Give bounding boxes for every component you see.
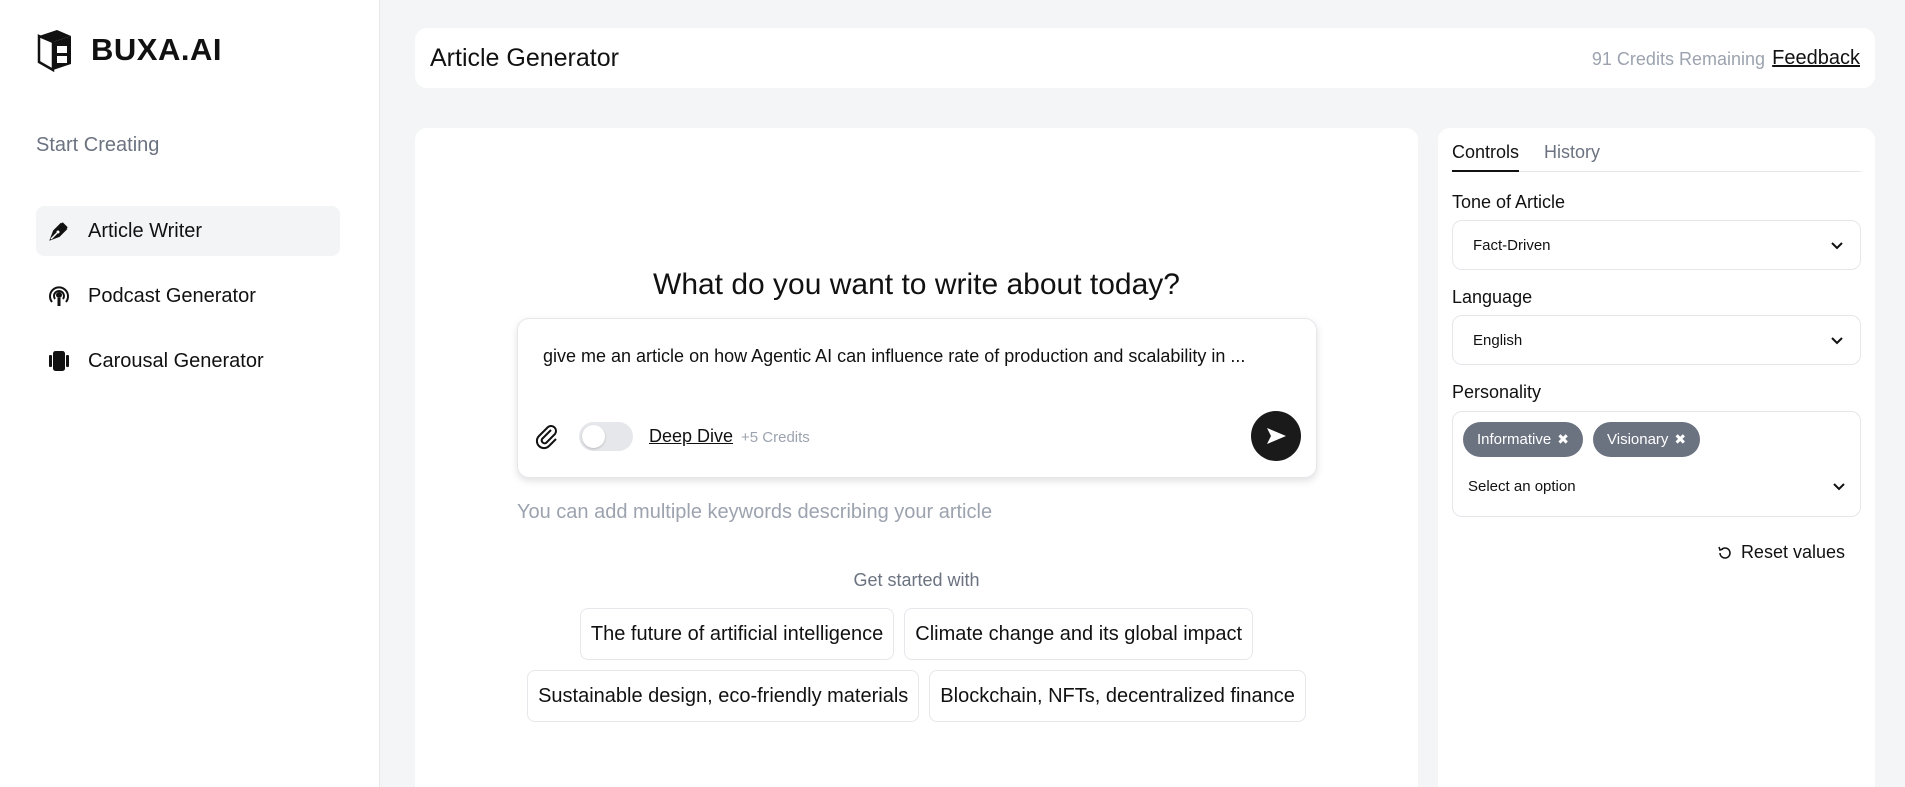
prompt-composer: give me an article on how Agentic AI can… — [517, 318, 1317, 478]
suggestion-row: The future of artificial intelligence Cl… — [415, 608, 1418, 660]
keywords-hint: You can add multiple keywords describing… — [517, 501, 993, 523]
sidebar-item-label: Podcast Generator — [88, 284, 256, 307]
controls-panel: Controls History Tone of Article Fact-Dr… — [1438, 128, 1875, 787]
tag-label: Visionary — [1607, 431, 1669, 448]
send-arrow-icon — [1267, 428, 1286, 444]
language-select[interactable]: English — [1452, 315, 1861, 365]
deep-dive-toggle[interactable] — [579, 422, 633, 451]
personality-label: Personality — [1452, 382, 1542, 402]
personality-tag[interactable]: Visionary ✖ — [1593, 422, 1701, 457]
section-label: Start Creating — [36, 134, 160, 156]
tone-label: Tone of Article — [1452, 192, 1566, 212]
sidebar-item-label: Article Writer — [88, 219, 203, 242]
top-header: Article Generator 91 Credits Remaining F… — [415, 28, 1875, 88]
tone-value: Fact-Driven — [1473, 237, 1551, 254]
page-title: Article Generator — [430, 44, 619, 72]
tab-controls[interactable]: Controls — [1452, 142, 1520, 172]
suggestion-chip[interactable]: Climate change and its global impact — [904, 608, 1254, 660]
feedback-link[interactable]: Feedback — [1772, 47, 1860, 70]
remove-tag-icon[interactable]: ✖ — [1557, 431, 1569, 448]
suggestion-chip[interactable]: The future of artificial intelligence — [579, 608, 895, 660]
reset-icon — [1718, 546, 1731, 559]
language-value: English — [1473, 332, 1523, 349]
personality-placeholder: Select an option — [1468, 478, 1576, 495]
sidebar-item-article-writer[interactable]: Article Writer — [36, 206, 340, 256]
chevron-down-icon — [1831, 337, 1843, 345]
credits-remaining: 91 Credits Remaining — [1591, 49, 1765, 69]
reset-label: Reset values — [1740, 542, 1845, 562]
chevron-down-icon — [1831, 242, 1843, 250]
carousel-icon — [46, 348, 72, 374]
personality-multiselect[interactable]: Informative ✖ Visionary ✖ Select an opti… — [1452, 411, 1861, 517]
paperclip-icon[interactable] — [533, 422, 561, 450]
controls-tabs: Controls History — [1452, 142, 1861, 172]
brand-name: BUXA.AI — [91, 32, 222, 67]
sidebar-item-carousal-generator[interactable]: Carousal Generator — [36, 336, 340, 386]
logo-cube-icon — [37, 30, 71, 72]
reset-values-button[interactable]: Reset values — [1717, 542, 1845, 563]
send-button[interactable] — [1251, 411, 1301, 461]
logo[interactable]: BUXA.AI — [35, 28, 222, 72]
chevron-down-icon — [1833, 483, 1845, 491]
remove-tag-icon[interactable]: ✖ — [1674, 431, 1686, 448]
podcast-icon — [46, 283, 72, 309]
personality-tag[interactable]: Informative ✖ — [1463, 422, 1583, 457]
deep-dive-credits: +5 Credits — [741, 429, 810, 446]
suggestion-chip[interactable]: Sustainable design, eco-friendly materia… — [527, 670, 920, 722]
article-composer-panel: What do you want to write about today? g… — [415, 128, 1418, 787]
tab-history[interactable]: History — [1544, 142, 1600, 172]
suggestion-row: Sustainable design, eco-friendly materia… — [415, 670, 1418, 722]
prompt-heading: What do you want to write about today? — [653, 268, 1180, 301]
toggle-knob — [582, 425, 605, 448]
suggestion-chip[interactable]: Blockchain, NFTs, decentralized finance — [929, 670, 1306, 722]
sidebar-item-label: Carousal Generator — [88, 349, 264, 372]
get-started-label: Get started with — [853, 570, 980, 590]
tag-label: Informative — [1477, 431, 1552, 448]
tone-select[interactable]: Fact-Driven — [1452, 220, 1861, 270]
sidebar: BUXA.AI Start Creating Article Writer Po… — [0, 0, 380, 787]
sidebar-nav: Article Writer Podcast Generator Carousa… — [36, 206, 340, 401]
prompt-input[interactable]: give me an article on how Agentic AI can… — [543, 346, 1245, 367]
deep-dive-label[interactable]: Deep Dive — [649, 426, 733, 447]
pen-nib-icon — [46, 218, 72, 244]
sidebar-item-podcast-generator[interactable]: Podcast Generator — [36, 271, 340, 321]
language-label: Language — [1452, 287, 1533, 307]
